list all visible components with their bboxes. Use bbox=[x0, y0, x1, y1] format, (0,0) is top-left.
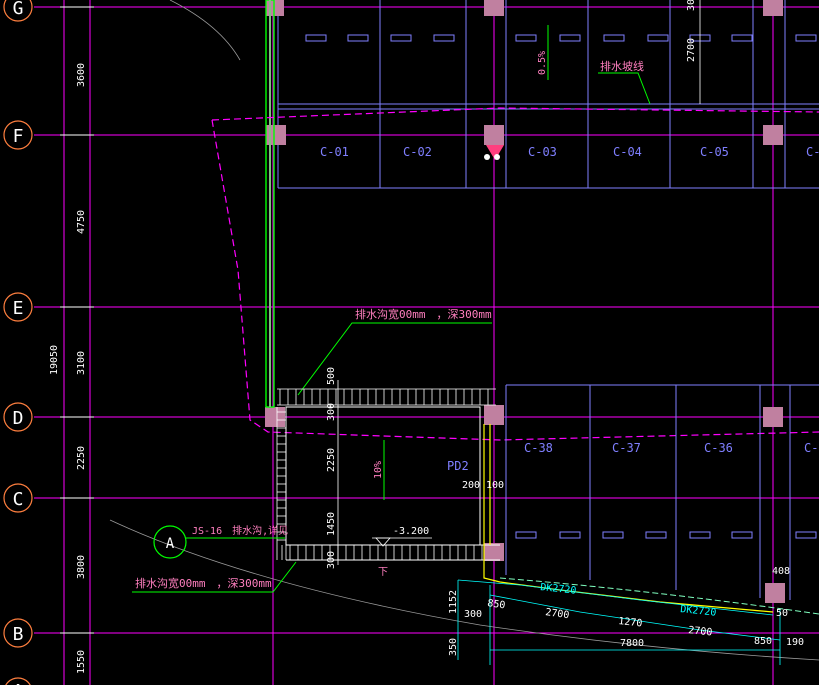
dim-label-408: 408 bbox=[772, 566, 790, 577]
dim-label-850a: 850 bbox=[487, 598, 506, 611]
dim-label-1270: 1270 bbox=[618, 616, 643, 629]
room-label-c04: C-04 bbox=[613, 145, 642, 159]
room-label-c35: C-3 bbox=[804, 441, 819, 455]
dim-label-300b: 300 bbox=[326, 551, 337, 569]
pd2-dim-labels: 500 300 2250 1450 300 200 100 bbox=[326, 367, 504, 569]
dim-label-300a: 300 bbox=[326, 403, 337, 421]
dim-label-7800: 7800 bbox=[620, 638, 644, 649]
axis-bubble-b[interactable]: B bbox=[3, 618, 33, 648]
dim-label-1450: 1450 bbox=[326, 512, 337, 536]
top-window-slots bbox=[305, 34, 817, 42]
room-label-c05: C-05 bbox=[700, 145, 729, 159]
drain-line-label: 排水坡线 bbox=[600, 59, 644, 73]
bottom-room-labels: C-38 C-37 C-36 C-3 bbox=[524, 441, 819, 455]
slope-indicator-top: 0.5% bbox=[537, 25, 549, 80]
dim-label-350: 350 bbox=[448, 638, 459, 656]
dim-label-3800: 3800 bbox=[76, 555, 87, 579]
dim-label-850b: 850 bbox=[754, 636, 772, 647]
room-label-c03: C-03 bbox=[528, 145, 557, 159]
axis-label-b: B bbox=[13, 624, 24, 645]
drain-line-note: 排水坡线 bbox=[598, 59, 651, 105]
dim-label-2250-pit: 2250 bbox=[326, 448, 337, 472]
trench-hatch-top bbox=[277, 388, 496, 406]
dim-label-500: 500 bbox=[326, 367, 337, 385]
axis-label-e: E bbox=[13, 298, 24, 319]
elevation-label: -3.200 bbox=[393, 526, 429, 537]
grid-lines-vertical bbox=[272, 0, 774, 685]
axis-bubble-g[interactable]: G bbox=[3, 0, 33, 22]
room-label-c38: C-38 bbox=[524, 441, 553, 455]
axis-label-a: A bbox=[13, 681, 24, 685]
detail-callout-a[interactable]: A JS-16 排水沟,详见 bbox=[153, 524, 288, 559]
trench-hatch-bottom-ticks bbox=[281, 545, 483, 560]
dim-label-1550: 1550 bbox=[76, 650, 87, 674]
trench-note-2[interactable]: 排水沟宽00mm ，深300mm bbox=[132, 561, 297, 593]
left-dimension-ticks bbox=[60, 6, 94, 634]
trench-hatch-top-ticks bbox=[279, 389, 489, 405]
dim-label-190: 190 bbox=[786, 637, 804, 648]
road-dim-labels: DK2720 DK2720 850 2700 1270 2700 7800 85… bbox=[448, 566, 804, 656]
dim-label-100: 100 bbox=[486, 480, 504, 491]
room-label-c06: C- bbox=[806, 145, 819, 159]
columns bbox=[265, 0, 785, 603]
room-label-c02: C-02 bbox=[403, 145, 432, 159]
slope-label-pd2: 10% bbox=[373, 461, 384, 479]
axis-bubble-e[interactable]: E bbox=[3, 292, 33, 322]
room-label-c01: C-01 bbox=[320, 145, 349, 159]
site-curves bbox=[109, 0, 819, 661]
axis-bubble-a[interactable]: A bbox=[4, 677, 32, 685]
dim-label-2700a: 2700 bbox=[545, 607, 570, 621]
callout-label: A bbox=[166, 536, 175, 552]
dk-label-1: DK2720 bbox=[540, 582, 577, 597]
trench-label-2: 排水沟宽00mm ，深300mm bbox=[135, 576, 272, 590]
left-dimension-lines bbox=[63, 0, 91, 685]
dk-label-2: DK2720 bbox=[680, 604, 717, 619]
trench-hatch-left-ticks bbox=[276, 407, 287, 560]
dim-label-2700b: 2700 bbox=[688, 625, 713, 638]
room-label-c36: C-36 bbox=[704, 441, 733, 455]
dim-label-total: 19050 bbox=[49, 345, 60, 375]
dim-label-3100: 3100 bbox=[76, 351, 87, 375]
axis-label-f: F bbox=[13, 126, 24, 147]
left-dimension-labels: 3600 4750 3100 2250 3800 1550 19050 bbox=[49, 63, 87, 674]
axis-label-d: D bbox=[13, 408, 24, 429]
dim-label-1152: 1152 bbox=[448, 590, 459, 614]
room-label-c37: C-37 bbox=[612, 441, 641, 455]
dim-label-3600: 3600 bbox=[76, 63, 87, 87]
slope-label-top: 0.5% bbox=[537, 51, 548, 75]
pd2-label: PD2 bbox=[447, 459, 469, 473]
top-room-labels: C-01 C-02 C-03 C-04 C-05 C- bbox=[320, 145, 819, 159]
axis-bubbles: G F E D C B A bbox=[3, 0, 33, 685]
axis-bubble-d[interactable]: D bbox=[3, 402, 33, 432]
axis-label-c: C bbox=[13, 489, 24, 510]
axis-bubble-c[interactable]: C bbox=[3, 483, 33, 513]
dim-label-200: 200 bbox=[462, 480, 480, 491]
dim-label-30-top: 30 bbox=[686, 0, 697, 11]
down-label: 下 bbox=[378, 567, 388, 578]
bottom-window-slots bbox=[515, 531, 817, 539]
dim-label-4750: 4750 bbox=[76, 210, 87, 234]
door-marker bbox=[484, 145, 504, 160]
axis-label-g: G bbox=[13, 0, 24, 19]
slope-indicator-pd2: 10% bbox=[373, 440, 385, 500]
axis-bubble-f[interactable]: F bbox=[3, 120, 33, 150]
cad-drawing-canvas[interactable]: 3600 4750 3100 2250 3800 1550 19050 G F … bbox=[0, 0, 819, 685]
js16-label: JS-16 排水沟,详见 bbox=[192, 524, 288, 537]
dim-label-2700-top: 2700 bbox=[686, 38, 697, 62]
dim-label-2250: 2250 bbox=[76, 446, 87, 470]
dim-label-50: 50 bbox=[776, 608, 788, 619]
trench-label-1: 排水沟宽00mm ，深300mm bbox=[355, 307, 492, 321]
dim-label-300c: 300 bbox=[464, 609, 482, 620]
